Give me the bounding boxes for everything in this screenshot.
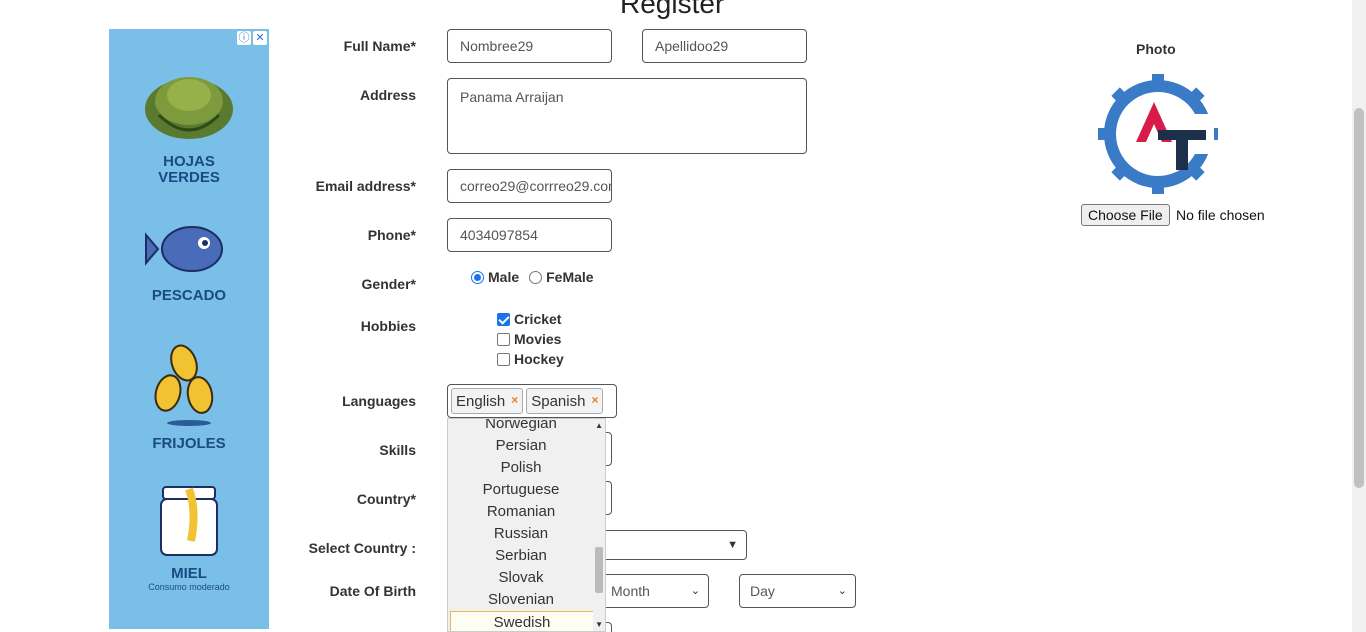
email-input[interactable]: correo29@corrreo29.com [447,169,612,203]
remove-spanish-icon[interactable]: × [591,389,598,413]
gender-male-label: Male [488,269,520,285]
page-scroll-thumb[interactable] [1354,108,1364,488]
hobby-movies[interactable]: Movies [497,331,561,347]
hobby-movies-checkbox[interactable] [497,332,510,346]
label-skills: Skills [379,442,416,458]
fish-icon [145,226,223,272]
ad-item-beans: FRIJOLES [109,341,269,452]
file-status-text: No file chosen [1176,207,1265,223]
label-date-of-birth: Date Of Birth [329,583,416,599]
ad-controls: ⓘ ✕ [237,31,267,45]
language-option[interactable]: Serbian [448,545,594,567]
language-option[interactable]: Norwegian [448,419,594,435]
language-option-highlighted[interactable]: Swedish [450,611,594,631]
ad-sub-miel: Consumo moderado [148,582,230,592]
ad-item-lettuce: HOJAS VERDES [109,65,269,186]
hobby-movies-label: Movies [514,331,562,347]
language-tag-spanish-label: Spanish [531,393,586,410]
hobby-cricket-checkbox[interactable] [497,312,510,326]
language-option[interactable]: Slovak [448,567,594,589]
label-email: Email address* [315,178,416,194]
dob-month-select[interactable]: Month ⌄ [600,574,709,608]
dob-day-value: Day [750,583,775,599]
label-languages: Languages [342,393,416,409]
language-option[interactable]: Polish [448,457,594,479]
chevron-down-icon: ⌄ [837,585,847,597]
language-option[interactable]: Russian [448,523,594,545]
phone-input[interactable]: 4034097854 [447,218,612,252]
ad-label-miel: MIEL [171,565,207,582]
page-scrollbar[interactable] [1352,0,1366,632]
language-option[interactable]: Romanian [448,501,594,523]
languages-multiselect[interactable]: English × Spanish × [447,384,617,418]
scroll-up-icon[interactable]: ▲ [595,421,603,430]
dropdown-scroll-thumb[interactable] [595,547,603,593]
honey-jar-icon [160,486,218,556]
language-option[interactable]: Persian [448,435,594,457]
ad-info-icon[interactable]: ⓘ [237,31,251,45]
language-option[interactable]: Portuguese [448,479,594,501]
language-tag-spanish: Spanish × [526,388,604,414]
choose-file-button[interactable]: Choose File [1081,204,1170,226]
hobby-hockey[interactable]: Hockey [497,351,564,367]
languages-dropdown-list[interactable]: Norwegian Persian Polish Portuguese Roma… [447,418,606,632]
language-option[interactable]: Slovenian [448,589,594,611]
label-phone: Phone* [367,227,416,243]
chevron-down-icon: ⌄ [690,585,700,597]
ad-label-pescado: PESCADO [151,287,227,304]
page-title: Register [620,0,725,19]
scroll-down-icon[interactable]: ▼ [595,620,603,629]
hobby-hockey-checkbox[interactable] [497,352,510,366]
hobby-cricket[interactable]: Cricket [497,311,561,327]
chevron-down-icon: ▼ [727,539,738,551]
language-tag-english: English × [451,388,524,414]
advertisement-banner[interactable]: ⓘ ✕ HOJAS VERDES PESCADO FRIJOLES MIEL C… [109,29,269,629]
ad-item-fish: PESCADO [109,213,269,304]
ad-label-hojas: HOJAS VERDES [158,153,220,186]
gender-female-label: FeMale [546,269,594,285]
site-logo-icon [1098,74,1218,194]
label-country: Country* [356,491,416,507]
ad-label-frijoles: FRIJOLES [152,435,226,452]
lettuce-icon [145,77,233,139]
label-select-country: Select Country : [308,540,416,556]
photo-label: Photo [1136,41,1176,57]
address-textarea[interactable]: Panama Arraijan [447,78,807,154]
hobby-cricket-label: Cricket [514,311,562,327]
ad-item-honey: MIEL Consumo moderado [109,481,269,592]
ad-close-icon[interactable]: ✕ [253,31,267,45]
hobby-hockey-label: Hockey [514,351,564,367]
dropdown-scrollbar[interactable]: ▲ ▼ [593,419,605,631]
language-tag-english-label: English [456,393,506,410]
last-name-input[interactable]: Apellidoo29 [642,29,807,63]
dob-month-value: Month [611,583,650,599]
first-name-input[interactable]: Nombree29 [447,29,612,63]
dob-day-select[interactable]: Day ⌄ [739,574,856,608]
gender-female-radio[interactable] [529,270,543,284]
label-gender: Gender* [361,276,416,292]
gender-male-radio[interactable] [471,270,484,284]
beans-icon [154,344,214,426]
label-hobbies: Hobbies [360,318,416,334]
label-address: Address [359,87,416,103]
remove-english-icon[interactable]: × [511,389,518,413]
gender-radio-group: Male FeMale [471,269,594,285]
label-full-name: Full Name* [343,38,416,54]
